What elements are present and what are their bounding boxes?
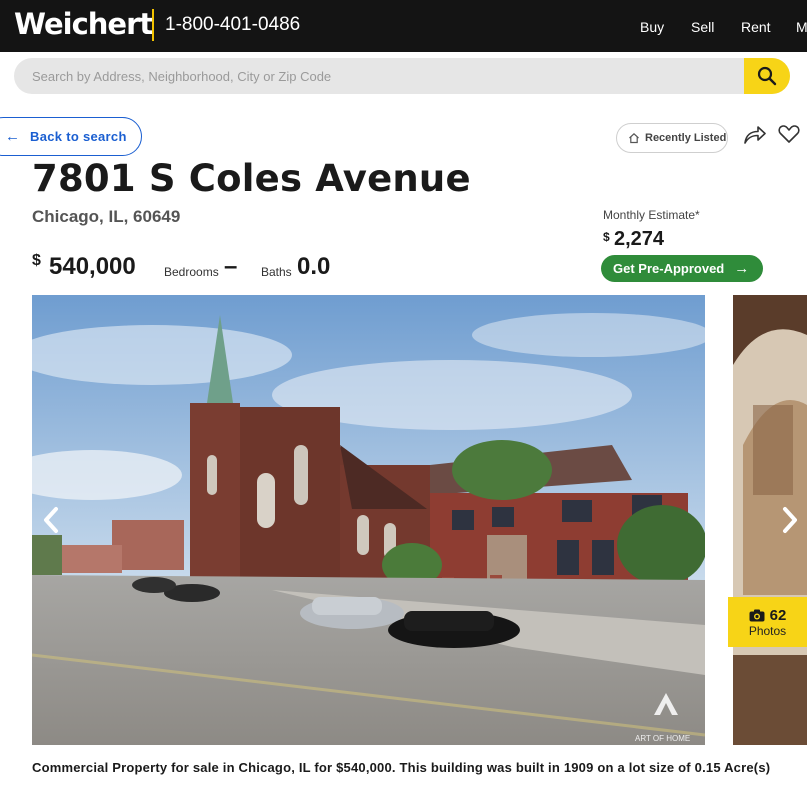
recently-listed-badge: Recently Listed: [616, 123, 728, 153]
nav-buy[interactable]: Buy: [640, 18, 664, 36]
monthly-estimate-currency: $: [603, 230, 610, 244]
search-icon: [757, 66, 777, 86]
monthly-estimate-value: 2,274: [614, 228, 665, 250]
monthly-estimate-label: Monthly Estimate*: [603, 208, 700, 222]
main-listing-photo[interactable]: ART OF HOME: [32, 295, 705, 745]
listing-description: Commercial Property for sale in Chicago,…: [32, 760, 771, 775]
previous-photo-button[interactable]: [34, 503, 68, 537]
photos-count-button[interactable]: 62 Photos: [728, 597, 807, 647]
camera-icon: [749, 609, 765, 621]
listing-location: Chicago, IL, 60649: [32, 207, 181, 226]
church-photo-illustration: ART OF HOME: [32, 295, 705, 745]
listing-title: 7801 S Coles Avenue: [32, 157, 471, 200]
baths-value: 0.0: [297, 253, 331, 280]
nav-more[interactable]: M: [796, 18, 807, 36]
price-currency: $: [32, 252, 41, 269]
bedrooms-label: Bedrooms: [164, 265, 219, 279]
arrow-right-icon: →: [734, 259, 750, 277]
photos-count: 62: [769, 606, 787, 624]
recently-listed-label: Recently Listed: [645, 132, 727, 144]
search-button[interactable]: [744, 58, 790, 94]
get-pre-approved-label: Get Pre-Approved: [613, 261, 725, 276]
heart-icon[interactable]: [778, 124, 800, 144]
back-to-search-button[interactable]: ← Back to search: [0, 117, 142, 156]
next-listing-photo[interactable]: [733, 295, 807, 745]
listing-price: 540,000: [49, 253, 136, 280]
phone-number[interactable]: 1-800-401-0486: [165, 13, 300, 37]
photo-watermark: ART OF HOME: [635, 734, 690, 743]
bedrooms-value: –: [224, 253, 238, 280]
logo-divider: [152, 9, 154, 41]
nav-sell[interactable]: Sell: [691, 18, 714, 36]
home-icon: [629, 132, 639, 144]
nav-rent[interactable]: Rent: [741, 18, 771, 36]
arrow-left-icon: ←: [5, 127, 20, 145]
share-icon[interactable]: [742, 123, 768, 147]
chevron-left-icon: [44, 507, 58, 533]
search-bar: [14, 58, 790, 94]
photos-label: Photos: [748, 623, 787, 638]
baths-label: Baths: [261, 265, 292, 279]
next-photo-button[interactable]: [773, 503, 807, 537]
site-header: Weichert 1-800-401-0486 Buy Sell Rent M: [0, 0, 807, 52]
search-input[interactable]: [14, 58, 744, 94]
back-to-search-label: Back to search: [30, 129, 127, 144]
chevron-right-icon: [783, 507, 797, 533]
weichert-logo[interactable]: Weichert: [14, 6, 153, 42]
get-pre-approved-button[interactable]: Get Pre-Approved →: [601, 255, 763, 282]
